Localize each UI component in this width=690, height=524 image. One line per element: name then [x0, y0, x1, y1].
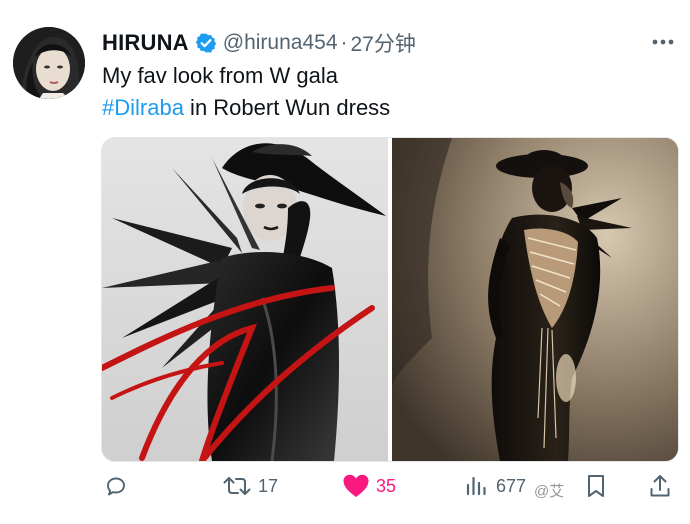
media-image-2[interactable] [392, 138, 678, 461]
tweet-card: HIRUNA @hiruna454 · 27分钟 My fav look fro… [0, 0, 690, 524]
bookmark-icon [585, 473, 607, 499]
reply-button[interactable] [104, 466, 128, 506]
views-count: 677 [496, 475, 527, 496]
tweet-text-line-2: #Dilraba in Robert Wun dress [102, 94, 390, 122]
verified-badge-icon [195, 32, 217, 54]
avatar[interactable] [13, 27, 85, 99]
author-name[interactable]: HIRUNA [102, 30, 189, 56]
illustration-black-outfit-image [102, 138, 388, 461]
watermark: @艾 [534, 480, 564, 501]
retweet-button[interactable]: 17 [222, 466, 278, 506]
tweet-header: HIRUNA @hiruna454 · 27分钟 [102, 28, 416, 58]
share-button[interactable] [648, 466, 672, 506]
action-bar: 17 35 677 [0, 466, 690, 506]
heart-filled-icon [342, 473, 370, 499]
media-image-1[interactable] [102, 138, 388, 461]
tweet-text-line-1: My fav look from W gala [102, 63, 338, 88]
views-button[interactable]: 677 [464, 466, 526, 506]
tweet-timestamp[interactable]: 27分钟 [351, 28, 416, 58]
header-separator: · [340, 31, 348, 54]
like-count: 35 [376, 475, 397, 496]
like-button[interactable]: 35 [342, 466, 396, 506]
media-gallery [101, 137, 679, 462]
author-handle[interactable]: @hiruna454 [223, 31, 338, 55]
retweet-count: 17 [258, 475, 279, 496]
tweet-text-rest: in Robert Wun dress [183, 95, 391, 120]
views-bar-chart-icon [464, 474, 488, 498]
reply-icon [104, 474, 128, 498]
illustration-backless-gown-image [392, 138, 678, 461]
hashtag-link[interactable]: #Dilraba [102, 95, 184, 120]
avatar-portrait-image [13, 27, 85, 99]
watermark-text: @艾 [534, 483, 565, 500]
bookmark-button[interactable] [585, 466, 607, 506]
more-dots-icon[interactable] [648, 30, 678, 54]
share-icon [648, 473, 672, 499]
retweet-icon [222, 474, 252, 498]
